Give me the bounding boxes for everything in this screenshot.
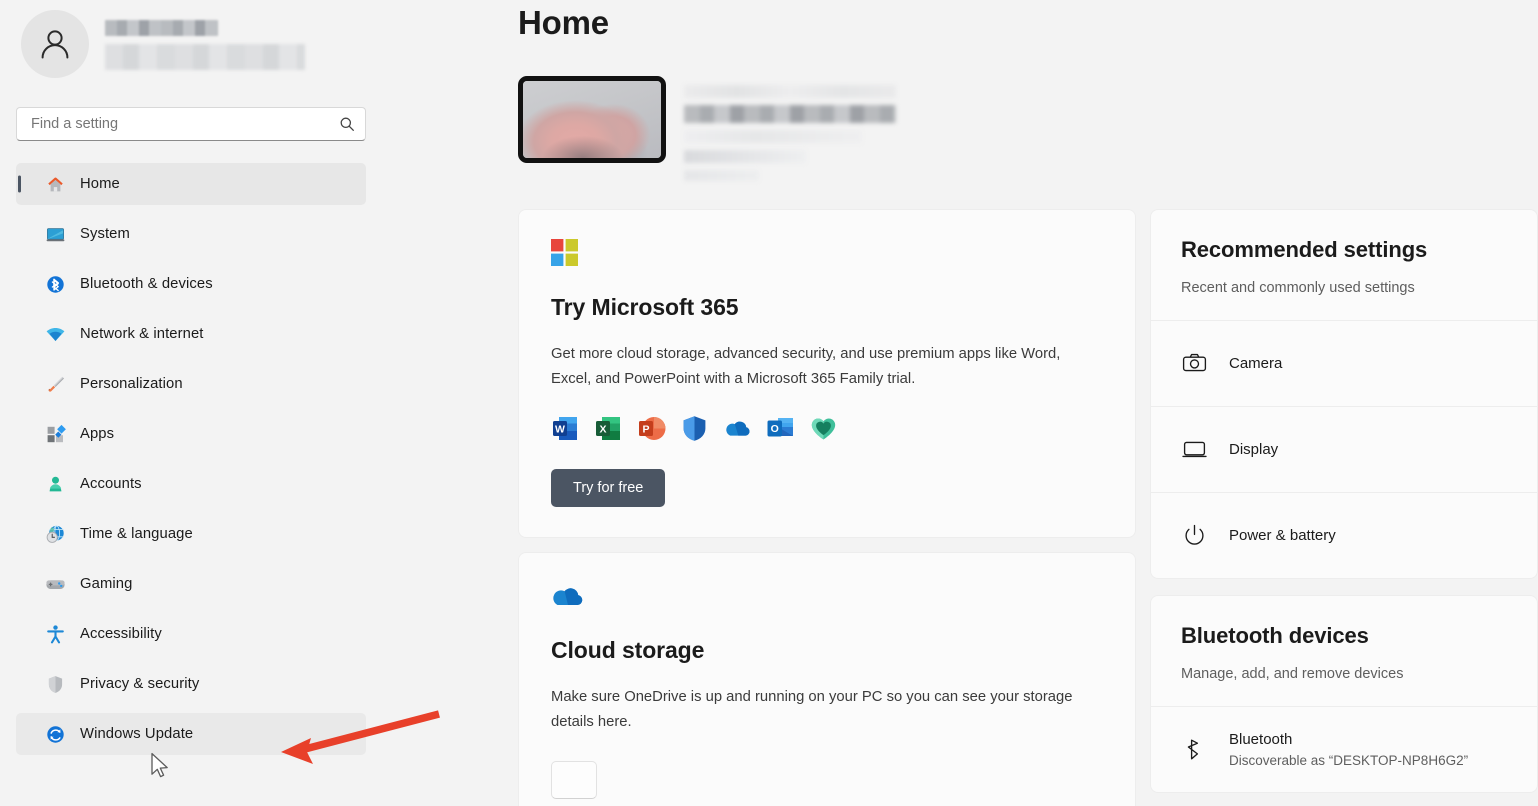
account-email-redacted	[105, 44, 305, 70]
panel-row-label: Display	[1229, 441, 1279, 458]
power-icon	[1181, 523, 1207, 549]
accessibility-icon	[44, 623, 66, 645]
panel-title: Bluetooth devices	[1181, 623, 1369, 648]
right-column: Recommended settings Recent and commonly…	[1150, 209, 1538, 793]
recommended-row-camera[interactable]: Camera	[1151, 320, 1537, 406]
sidebar-item-system[interactable]: System	[16, 213, 366, 255]
panel-row-sublabel: Discoverable as “DESKTOP-NP8H6G2”	[1229, 752, 1469, 768]
sidebar-item-accessibility[interactable]: Accessibility	[16, 613, 366, 655]
svg-text:O: O	[771, 423, 779, 435]
bluetooth-icon	[1181, 737, 1207, 763]
try-for-free-button[interactable]: Try for free	[551, 469, 666, 507]
bluetooth-icon	[44, 273, 66, 295]
system-monitor-icon	[44, 223, 66, 245]
recommended-settings-card: Recommended settings Recent and commonly…	[1150, 209, 1538, 579]
panel-title: Recommended settings	[1181, 237, 1428, 262]
sidebar: Home System	[0, 0, 388, 806]
sidebar-item-network-internet[interactable]: Network & internet	[16, 313, 366, 355]
sidebar-item-windows-update[interactable]: Windows Update	[16, 713, 366, 755]
main-content: Home Di	[388, 0, 1538, 806]
sidebar-item-label: Network & internet	[80, 326, 204, 342]
word-icon: W	[551, 414, 580, 443]
paintbrush-icon	[44, 373, 66, 395]
sidebar-item-label: Accessibility	[80, 626, 162, 642]
sidebar-nav: Home System Bluetooth & devices Network …	[16, 163, 366, 763]
gamepad-icon	[44, 573, 66, 595]
sidebar-item-personalization[interactable]: Personalization	[16, 363, 366, 405]
sidebar-item-label: Windows Update	[80, 726, 194, 742]
search-input[interactable]	[31, 108, 339, 140]
selection-indicator	[18, 175, 21, 193]
sidebar-item-time-language[interactable]: Time & language	[16, 513, 366, 555]
svg-text:X: X	[599, 423, 606, 435]
svg-text:W: W	[555, 423, 565, 435]
outlook-icon: O	[766, 414, 795, 443]
defender-shield-icon	[680, 414, 709, 443]
sidebar-item-gaming[interactable]: Gaming	[16, 563, 366, 605]
family-safety-heart-icon	[809, 414, 838, 443]
svg-text:P: P	[642, 423, 649, 435]
display-monitor-icon	[1181, 437, 1207, 463]
sidebar-item-bluetooth-devices[interactable]: Bluetooth & devices	[16, 263, 366, 305]
page-title: Home	[518, 4, 609, 41]
search-box[interactable]	[16, 107, 366, 141]
settings-window: Home System	[0, 0, 1538, 806]
content-columns: Try Microsoft 365 Get more cloud storage…	[388, 181, 1538, 806]
recommended-row-power-battery[interactable]: Power & battery	[1151, 492, 1537, 578]
bluetooth-row[interactable]: Bluetooth Discoverable as “DESKTOP-NP8H6…	[1151, 706, 1537, 792]
card-body: Make sure OneDrive is up and running on …	[551, 689, 1073, 730]
sidebar-item-label: Privacy & security	[80, 676, 200, 692]
account-text	[105, 18, 305, 70]
search-icon[interactable]	[339, 116, 355, 132]
account-person-icon	[44, 473, 66, 495]
sidebar-item-label: Gaming	[80, 576, 133, 592]
bluetooth-row-text: Bluetooth Discoverable as “DESKTOP-NP8H6…	[1229, 729, 1468, 771]
powerpoint-icon: P	[637, 414, 666, 443]
bluetooth-devices-card: Bluetooth devices Manage, add, and remov…	[1150, 595, 1538, 793]
home-icon	[44, 173, 66, 195]
sidebar-item-home[interactable]: Home	[16, 163, 366, 205]
clock-globe-icon	[44, 523, 66, 545]
device-summary[interactable]	[388, 44, 1538, 181]
cloud-storage-card[interactable]: Cloud storage Make sure OneDrive is up a…	[518, 552, 1136, 806]
card-title: Cloud storage	[551, 637, 705, 663]
panel-row-label: Power & battery	[1229, 527, 1336, 544]
onedrive-cloud-icon	[551, 581, 1103, 611]
panel-row-label: Camera	[1229, 355, 1283, 372]
sidebar-item-label: Personalization	[80, 376, 183, 392]
sidebar-item-label: Accounts	[80, 476, 142, 492]
windows-update-icon	[44, 723, 66, 745]
card-body: Get more cloud storage, advanced securit…	[551, 346, 1061, 387]
panel-subtitle: Recent and commonly used settings	[1181, 280, 1415, 296]
excel-icon: X	[594, 414, 623, 443]
shield-icon	[44, 673, 66, 695]
sidebar-item-label: Home	[80, 176, 120, 192]
apps-grid-icon	[44, 423, 66, 445]
onedrive-icon	[723, 414, 752, 443]
search-container	[16, 107, 366, 141]
sidebar-item-label: Time & language	[80, 526, 193, 542]
avatar[interactable]	[21, 10, 89, 78]
sidebar-item-apps[interactable]: Apps	[16, 413, 366, 455]
sidebar-item-privacy-security[interactable]: Privacy & security	[16, 663, 366, 705]
account-header[interactable]	[16, 0, 366, 78]
sidebar-item-label: Apps	[80, 426, 115, 442]
recommended-row-display[interactable]: Display	[1151, 406, 1537, 492]
sidebar-item-accounts[interactable]: Accounts	[16, 463, 366, 505]
sidebar-item-label: System	[80, 226, 130, 242]
panel-subtitle: Manage, add, and remove devices	[1181, 666, 1404, 682]
card-title: Try Microsoft 365	[551, 294, 739, 320]
m365-app-icons: W X P O	[551, 414, 1103, 443]
panel-row-label: Bluetooth	[1229, 730, 1293, 748]
microsoft-logo-icon	[551, 238, 1103, 268]
account-name-redacted	[105, 20, 218, 36]
device-info-redacted	[684, 76, 896, 181]
device-wallpaper-thumbnail[interactable]	[518, 76, 666, 163]
camera-icon	[1181, 351, 1207, 377]
cloud-storage-action-button[interactable]	[551, 761, 597, 799]
microsoft-365-card[interactable]: Try Microsoft 365 Get more cloud storage…	[518, 209, 1136, 538]
wifi-icon	[44, 323, 66, 345]
left-column: Try Microsoft 365 Get more cloud storage…	[518, 209, 1136, 806]
sidebar-item-label: Bluetooth & devices	[80, 276, 213, 292]
